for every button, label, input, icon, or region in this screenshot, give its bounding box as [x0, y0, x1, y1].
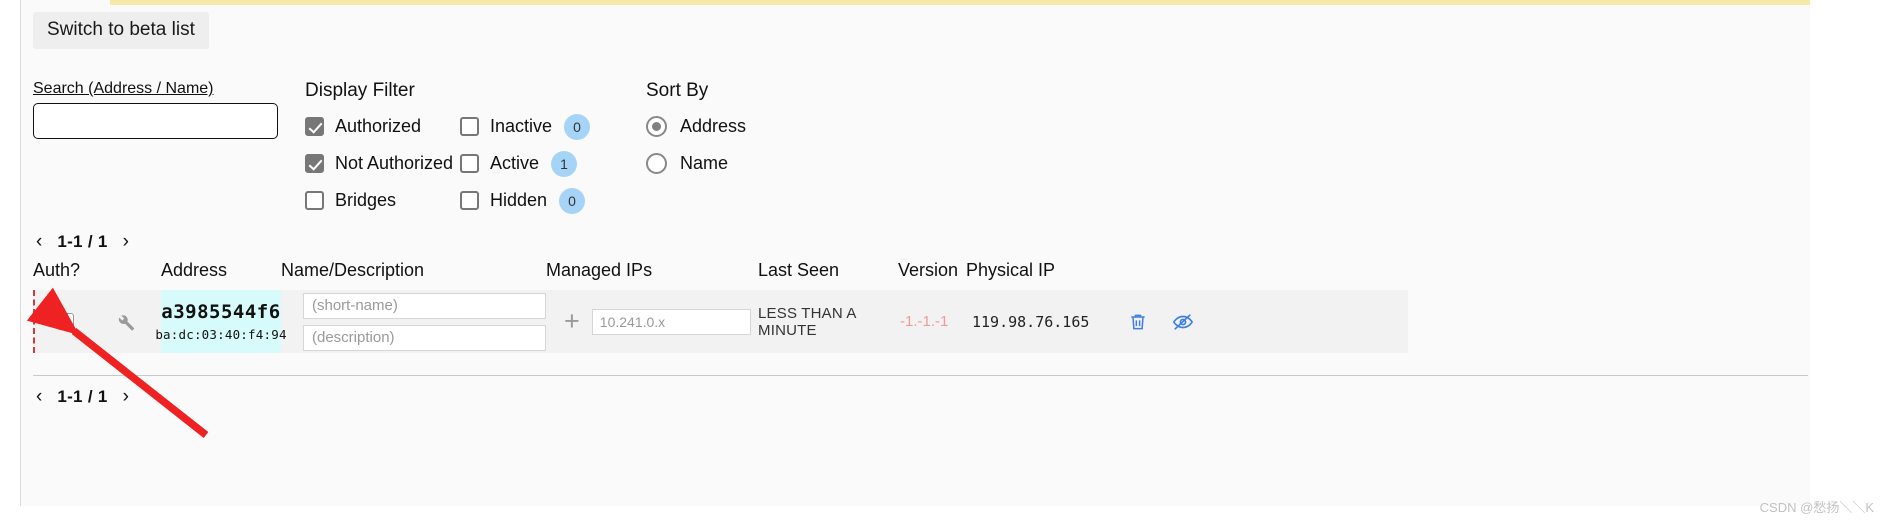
table-header-row: Auth? Address Name/Description Managed I… [33, 260, 1408, 290]
members-table: Auth? Address Name/Description Managed I… [33, 260, 1408, 353]
column-header-last-seen: Last Seen [758, 260, 840, 280]
filter-label: Authorized [335, 116, 422, 136]
members-page: Switch to beta list Search (Address / Na… [0, 0, 1888, 522]
checkbox-bridges[interactable] [305, 191, 324, 210]
search-section: Search (Address / Name) [33, 80, 278, 139]
page-range: 1-1 / 1 [57, 387, 108, 406]
delete-icon[interactable] [1128, 312, 1148, 332]
cell-name-description [281, 290, 546, 353]
watermark: CSDN @愁扬＼＼K [1759, 500, 1874, 515]
next-page-icon[interactable]: › [120, 231, 132, 253]
column-header-managed-ips: Managed IPs [546, 260, 653, 280]
cell-address: a3985544f6 ba:dc:03:40:f4:94 [155, 290, 286, 353]
right-gutter [1810, 0, 1888, 522]
table-bottom-divider [33, 375, 1808, 376]
filter-not-authorized[interactable]: Not Authorized [305, 148, 460, 179]
pagination-top: ‹ 1-1 / 1 › [33, 231, 132, 253]
column-header-name-description: Name/Description [281, 260, 425, 280]
row-auth-checkbox[interactable] [57, 313, 74, 330]
search-input[interactable] [33, 103, 278, 139]
sort-option-name[interactable]: Name [646, 148, 746, 179]
switch-to-beta-list-button[interactable]: Switch to beta list [33, 12, 209, 49]
filter-label: Bridges [335, 190, 397, 210]
prev-page-icon[interactable]: ‹ [33, 386, 45, 408]
cell-managed-ips: + [546, 290, 758, 353]
sort-option-label: Name [680, 153, 729, 173]
badge-hidden-count: 0 [559, 187, 586, 214]
hide-eye-off-icon[interactable] [1172, 311, 1194, 333]
wrench-icon[interactable] [114, 311, 136, 333]
short-name-input[interactable] [303, 292, 546, 319]
filter-label: Inactive [490, 116, 553, 136]
description-input[interactable] [303, 324, 546, 351]
radio-name[interactable] [646, 153, 667, 174]
checkbox-active[interactable] [460, 154, 479, 173]
filter-hidden[interactable]: Hidden 0 [460, 185, 590, 216]
filter-label: Not Authorized [335, 153, 454, 173]
sort-by-section: Sort By Address Name [646, 80, 746, 185]
cell-actions [1122, 290, 1232, 353]
cell-last-seen: LESS THAN A MINUTE [758, 304, 856, 339]
sort-option-address[interactable]: Address [646, 111, 746, 142]
filter-label: Active [490, 153, 540, 173]
managed-ip-input[interactable] [591, 308, 751, 335]
radio-address[interactable] [646, 116, 667, 137]
display-filter-title: Display Filter [305, 80, 415, 101]
add-managed-ip-icon[interactable]: + [564, 308, 580, 335]
checkbox-hidden[interactable] [460, 191, 479, 210]
checkbox-not-authorized[interactable] [305, 154, 324, 173]
filter-bridges[interactable]: Bridges [305, 185, 460, 216]
cell-version: -1.-1.-1 [900, 313, 949, 330]
badge-inactive-count: 0 [564, 113, 591, 140]
search-label: Search (Address / Name) [33, 80, 214, 97]
column-header-auth: Auth? [33, 260, 81, 280]
node-mac-address: ba:dc:03:40:f4:94 [155, 327, 287, 342]
page-range: 1-1 / 1 [57, 232, 108, 251]
prev-page-icon[interactable]: ‹ [33, 231, 45, 253]
badge-active-count: 1 [551, 150, 578, 177]
sort-by-title: Sort By [646, 80, 709, 101]
content-card [20, 0, 1810, 506]
top-accent-strip [110, 0, 1810, 5]
next-page-icon[interactable]: › [120, 386, 132, 408]
column-header-address: Address [161, 260, 228, 280]
filter-active[interactable]: Active 1 [460, 148, 590, 179]
display-filter-section: Display Filter Authorized Not Authorized… [305, 80, 591, 222]
pagination-bottom: ‹ 1-1 / 1 › [33, 386, 132, 408]
filter-authorized[interactable]: Authorized [305, 111, 460, 142]
column-header-physical-ip: Physical IP [966, 260, 1056, 280]
node-address-id: a3985544f6 [161, 301, 281, 323]
filter-inactive[interactable]: Inactive 0 [460, 111, 591, 142]
cell-physical-ip: 119.98.76.165 [972, 312, 1090, 331]
sort-option-label: Address [680, 116, 747, 136]
bottom-gutter [0, 506, 1888, 522]
table-row: a3985544f6 ba:dc:03:40:f4:94 + LESS THAN… [33, 290, 1408, 353]
checkbox-inactive[interactable] [460, 117, 479, 136]
checkbox-authorized[interactable] [305, 117, 324, 136]
column-header-version: Version [898, 260, 959, 280]
cell-auth [35, 290, 161, 353]
filter-label: Hidden [490, 190, 548, 210]
